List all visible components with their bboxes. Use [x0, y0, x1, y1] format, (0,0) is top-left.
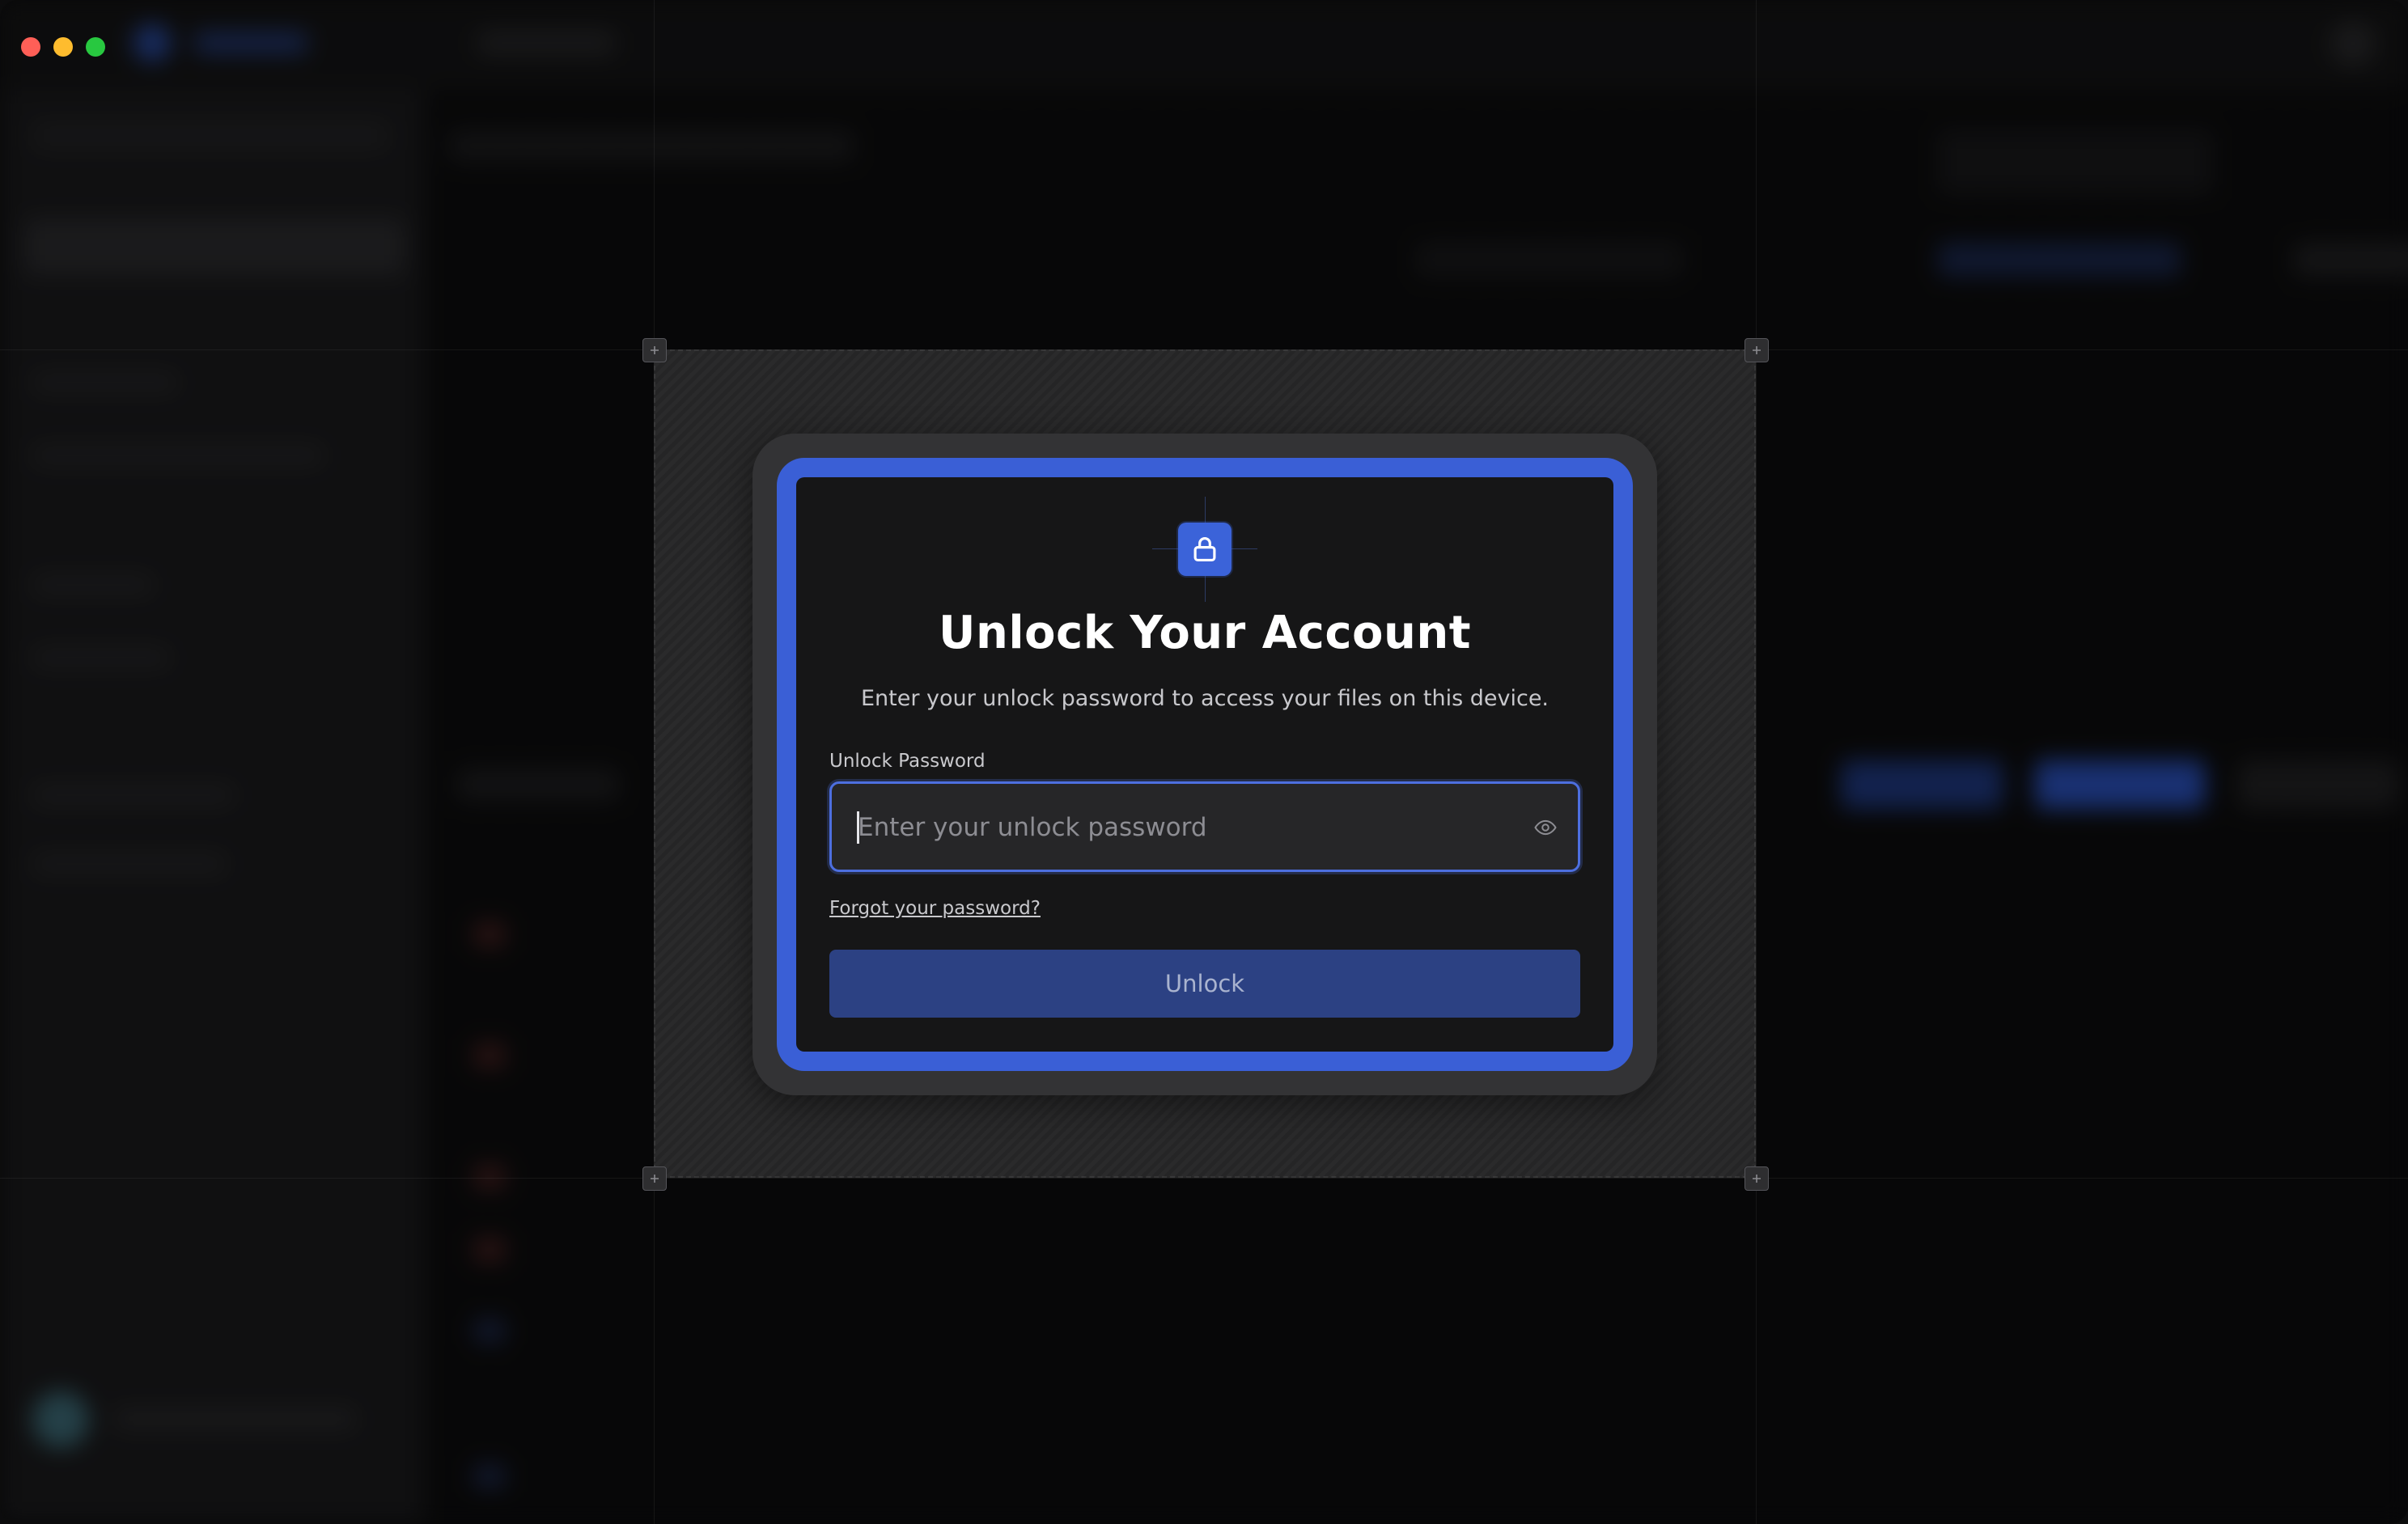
- window-minimize-button[interactable]: [53, 37, 73, 57]
- resize-handle-bottom-right[interactable]: [1745, 1166, 1769, 1191]
- resize-handle-icon: [1753, 346, 1761, 354]
- eye-icon: [1534, 819, 1557, 836]
- resize-handle-icon: [651, 346, 659, 354]
- resize-handle-bottom-left[interactable]: [642, 1166, 667, 1191]
- dialog-title: Unlock Your Account: [938, 607, 1471, 659]
- unlock-dialog: Unlock Your Account Enter your unlock pa…: [796, 477, 1613, 1052]
- app-window: Unlock Your Account Enter your unlock pa…: [0, 0, 2408, 1524]
- password-input[interactable]: [856, 784, 1523, 871]
- window-close-button[interactable]: [21, 37, 40, 57]
- dialog-subtitle: Enter your unlock password to access you…: [860, 686, 1550, 711]
- unlock-button[interactable]: Unlock: [829, 950, 1580, 1018]
- resize-handle-icon: [1753, 1175, 1761, 1183]
- lock-icon: [1193, 536, 1216, 562]
- forgot-password-link[interactable]: Forgot your password?: [829, 898, 1041, 919]
- toggle-password-visibility-button[interactable]: [1531, 813, 1560, 842]
- resize-handle-top-left[interactable]: [642, 338, 667, 362]
- window-zoom-button[interactable]: [86, 37, 105, 57]
- resize-handle-icon: [651, 1175, 659, 1183]
- lock-badge: [1178, 523, 1232, 576]
- guide-line: [0, 1178, 2408, 1179]
- password-field[interactable]: [829, 781, 1580, 872]
- password-field-label: Unlock Password: [829, 751, 986, 772]
- guide-line: [1756, 0, 1757, 1524]
- resize-handle-top-right[interactable]: [1745, 338, 1769, 362]
- text-caret: [857, 811, 859, 844]
